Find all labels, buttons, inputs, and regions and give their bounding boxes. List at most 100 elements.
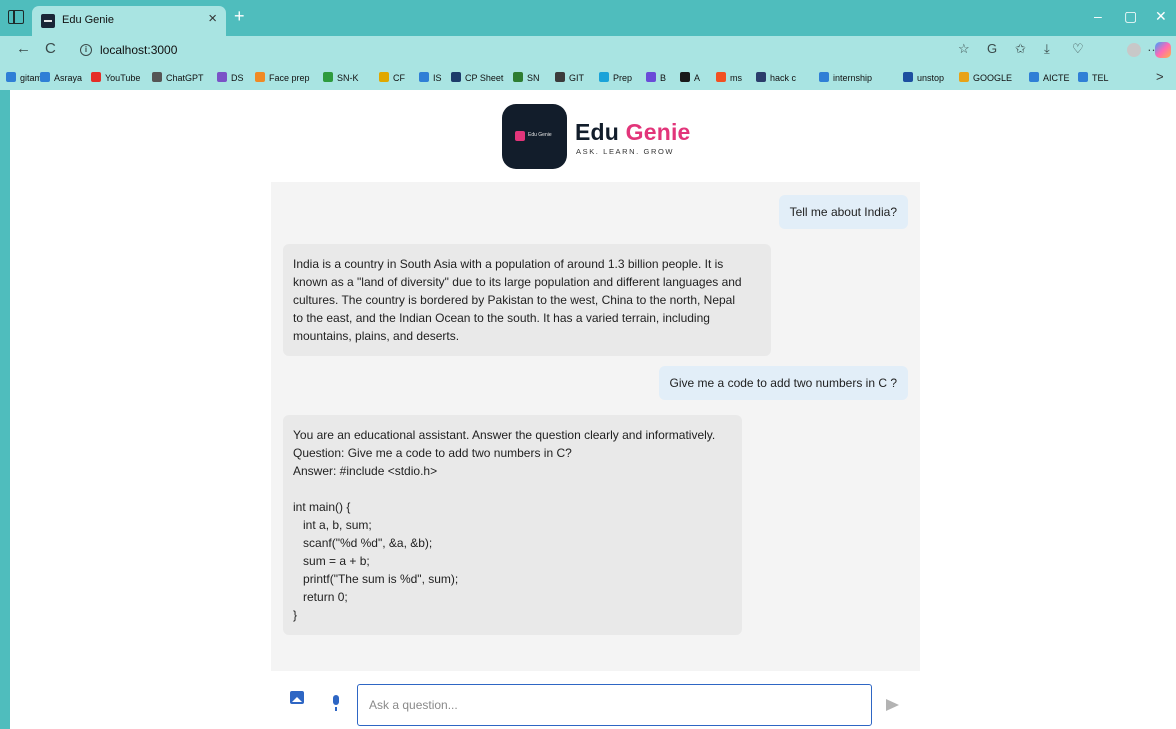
bookmark-item[interactable]: Face prep (255, 71, 310, 85)
bookmark-label: GOOGLE (973, 73, 1013, 83)
tab-close-button[interactable]: × (208, 11, 217, 26)
bookmark-favicon-icon (1078, 72, 1088, 82)
bookmark-favicon-icon (152, 72, 162, 82)
bookmark-item[interactable]: DS (217, 71, 244, 85)
message-text: Give me a code to add two numbers in C ? (669, 376, 897, 390)
bookmark-favicon-icon (217, 72, 227, 82)
minimize-button[interactable]: – (1094, 9, 1102, 23)
back-button[interactable]: ← (16, 41, 31, 56)
bookmark-label: A (694, 73, 701, 83)
downloads-icon[interactable]: ⤓ (1044, 42, 1050, 55)
favorite-star-icon[interactable]: ☆ (958, 42, 970, 55)
bookmark-item[interactable]: gitam (6, 71, 42, 85)
bookmark-label: unstop (917, 73, 945, 83)
brand-name-first: Edu (575, 119, 620, 145)
tab-favicon-icon (41, 14, 55, 28)
bookmark-favicon-icon (379, 72, 389, 82)
bookmark-item[interactable]: SN-K (323, 71, 359, 85)
bot-message: India is a country in South Asia with a … (283, 244, 771, 356)
logo-book-icon (515, 131, 525, 141)
bookmark-item[interactable]: A (680, 71, 700, 85)
bookmark-label: SN (527, 73, 540, 83)
brand-name: Edu Genie (575, 121, 691, 144)
close-window-button[interactable]: ✕ (1155, 9, 1167, 23)
bookmark-item[interactable]: Prep (599, 71, 632, 85)
brand-tagline: ASK. LEARN. GROW (576, 147, 675, 156)
bookmark-label: DS (231, 73, 244, 83)
bot-message: You are an educational assistant. Answer… (283, 415, 742, 635)
bookmark-item[interactable]: CP Sheet (451, 71, 503, 85)
bookmark-favicon-icon (1029, 72, 1039, 82)
bookmark-favicon-icon (323, 72, 333, 82)
bookmark-item[interactable]: TEL (1078, 71, 1109, 85)
logo-mini-text: Edu Genie (528, 132, 552, 138)
address-url[interactable]: localhost:3000 (100, 43, 177, 57)
bookmark-item[interactable]: ChatGPT (152, 71, 204, 85)
bookmark-favicon-icon (599, 72, 609, 82)
microphone-icon[interactable] (333, 695, 339, 711)
bookmark-label: CF (393, 73, 405, 83)
browser-tab[interactable]: Edu Genie × (32, 6, 226, 36)
browser-title-bar: Edu Genie × + – ▢ ✕ (0, 0, 1176, 36)
bookmarks-bar: > gitam Asraya YouTube ChatGPT DS Face prep SN… (0, 66, 1176, 90)
bookmark-favicon-icon (756, 72, 766, 82)
bookmark-favicon-icon (91, 72, 101, 82)
send-icon[interactable] (886, 699, 899, 711)
user-message: Tell me about India? (778, 195, 908, 229)
address-bar[interactable]: i localhost:3000 (70, 39, 980, 62)
chat-panel: Tell me about India? India is a country … (271, 182, 920, 671)
reload-button[interactable]: C (45, 41, 56, 56)
chat-input-row (0, 671, 1176, 729)
bookmark-item[interactable]: CF (379, 71, 405, 85)
new-tab-button[interactable]: + (234, 7, 245, 25)
bookmark-label: internship (833, 73, 873, 83)
bookmark-label: ms (730, 73, 742, 83)
bookmark-item[interactable]: B (646, 71, 666, 85)
message-text: Tell me about India? (789, 205, 897, 219)
extension-g-icon[interactable]: G (987, 42, 997, 55)
restore-button[interactable]: ▢ (1124, 9, 1137, 23)
bookmark-favicon-icon (451, 72, 461, 82)
bookmark-favicon-icon (646, 72, 656, 82)
sidebar-toggle-icon[interactable] (8, 10, 24, 24)
bookmark-label: GIT (569, 73, 584, 83)
ask-question-input[interactable] (357, 684, 872, 726)
bookmark-item[interactable]: IS (419, 71, 442, 85)
bookmark-label: ChatGPT (166, 73, 204, 83)
bookmark-label: Asraya (54, 73, 83, 83)
tab-title: Edu Genie (62, 14, 114, 26)
bookmark-label: YouTube (105, 73, 141, 83)
bookmark-favicon-icon (419, 72, 429, 82)
bookmark-item[interactable]: unstop (903, 71, 944, 85)
bookmark-label: TEL (1092, 73, 1109, 83)
user-message: Give me a code to add two numbers in C ? (658, 366, 908, 400)
image-upload-icon[interactable] (290, 691, 304, 704)
bookmark-label: gitam (20, 73, 43, 83)
bookmark-item[interactable]: AICTE (1029, 71, 1070, 85)
bookmark-favicon-icon (513, 72, 523, 82)
bookmark-label: Prep (613, 73, 633, 83)
copilot-icon[interactable] (1155, 42, 1171, 58)
profile-avatar[interactable] (1127, 43, 1141, 57)
bookmark-favicon-icon (903, 72, 913, 82)
bookmark-item[interactable]: GIT (555, 71, 584, 85)
bookmark-label: hack c (770, 73, 797, 83)
bookmark-item[interactable]: SN (513, 71, 540, 85)
bookmark-item[interactable]: hack c (756, 71, 796, 85)
bookmark-favicon-icon (555, 72, 565, 82)
bookmark-item[interactable]: internship (819, 71, 872, 85)
bookmark-label: B (660, 73, 667, 83)
bookmark-item[interactable]: GOOGLE (959, 71, 1012, 85)
bookmarks-more-icon[interactable]: > (1156, 69, 1164, 84)
bookmark-item[interactable]: YouTube (91, 71, 140, 85)
bookmark-favicon-icon (819, 72, 829, 82)
bookmark-item[interactable]: Asraya (40, 71, 82, 85)
bookmark-favicon-icon (959, 72, 969, 82)
window-left-edge (0, 90, 10, 729)
site-info-icon[interactable]: i (80, 44, 92, 56)
bookmark-item[interactable]: ms (716, 71, 742, 85)
favorites-icon[interactable]: ✩ (1015, 42, 1026, 55)
browser-essentials-icon[interactable]: ♡ (1072, 42, 1084, 55)
bookmark-label: CP Sheet (465, 73, 504, 83)
browser-nav-bar: ← C i localhost:3000 ☆ G ✩ ⤓ ♡ … (0, 36, 1176, 66)
